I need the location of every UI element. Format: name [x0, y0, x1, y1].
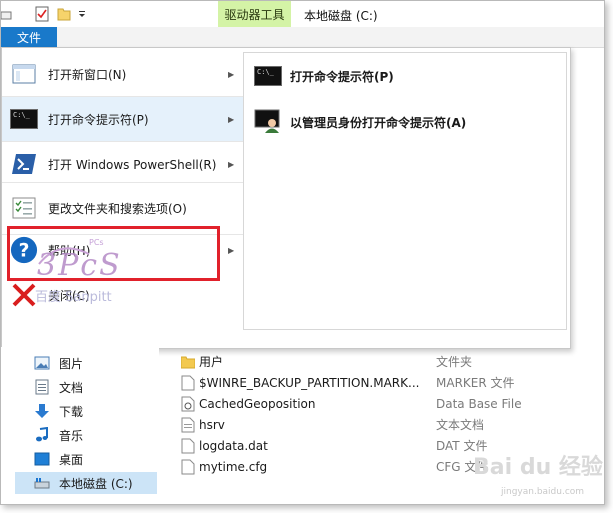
menu-item-open-command-prompt[interactable]: C:\_ 打开命令提示符(P) ▶ — [2, 97, 243, 141]
file-menu-commands: 打开新窗口(N) ▶ C:\_ 打开命令提示符(P) ▶ 打开 Windows … — [2, 48, 243, 348]
admin-command-prompt-icon — [254, 109, 282, 136]
file-tab[interactable]: 文件 — [1, 27, 57, 47]
menu-item-label: 打开 Windows PowerShell(R) — [48, 157, 217, 172]
properties-icon[interactable] — [1, 6, 13, 22]
window-title: 本地磁盘 (C:) — [304, 9, 378, 23]
close-icon — [10, 283, 38, 307]
nav-item-label: 下载 — [59, 404, 84, 419]
database-file-icon — [181, 396, 195, 411]
nav-item-label: 音乐 — [59, 428, 84, 443]
nav-item-pictures[interactable]: 图片 — [21, 352, 157, 374]
file-icon — [181, 438, 195, 453]
drive-tools-tab[interactable]: 驱动器工具 — [218, 1, 291, 27]
new-window-icon — [10, 62, 38, 86]
nav-item-label: 文档 — [59, 380, 84, 395]
file-name: hsrv — [199, 417, 225, 432]
quick-access-dropdown-icon[interactable] — [77, 6, 87, 22]
file-name: $WINRE_BACKUP_PARTITION.MARK... — [199, 375, 420, 390]
music-icon — [33, 427, 51, 443]
nav-item-label: 图片 — [59, 356, 84, 371]
file-row[interactable]: $WINRE_BACKUP_PARTITION.MARK... MARKER 文… — [171, 372, 601, 393]
file-name: logdata.dat — [199, 438, 268, 453]
drive-icon — [33, 475, 51, 491]
desktop-icon — [33, 451, 51, 467]
file-row[interactable]: logdata.dat DAT 文件 — [171, 435, 601, 456]
nav-item-local-disk-c[interactable]: 本地磁盘 (C:) — [15, 472, 157, 494]
file-name: mytime.cfg — [199, 459, 268, 474]
submenu-arrow-icon: ▶ — [228, 69, 235, 79]
ribbon-bar: 文件 — [1, 27, 604, 48]
file-type: 文件夹 — [436, 355, 473, 369]
checklist-icon[interactable] — [35, 6, 49, 22]
file-type: CFG 文件 — [436, 460, 489, 474]
file-type: 文本文档 — [436, 418, 485, 432]
highlight-box — [7, 226, 220, 281]
file-list: 用户 文件夹 $WINRE_BACKUP_PARTITION.MARK... M… — [171, 347, 604, 504]
navigation-pane: 图片 文档 下载 音乐 桌面 本地磁盘 (C:) — [1, 347, 159, 504]
documents-icon — [33, 379, 51, 395]
file-row[interactable]: 用户 文件夹 — [171, 351, 601, 372]
pictures-icon — [33, 355, 51, 371]
file-row[interactable]: mytime.cfg CFG 文件 — [171, 456, 601, 477]
file-row[interactable]: CachedGeoposition Data Base File — [171, 393, 601, 414]
submenu-item-label: 以管理员身份打开命令提示符(A) — [290, 115, 467, 130]
file-menu: 打开新窗口(N) ▶ C:\_ 打开命令提示符(P) ▶ 打开 Windows … — [1, 47, 571, 349]
folder-icon — [181, 356, 195, 368]
menu-item-label: 关闭(C) — [48, 288, 90, 303]
divider — [2, 182, 243, 183]
nav-item-documents[interactable]: 文档 — [21, 376, 157, 398]
file-icon — [181, 417, 195, 432]
downloads-icon — [33, 403, 51, 419]
file-name: CachedGeoposition — [199, 396, 316, 411]
file-row[interactable]: hsrv 文本文档 — [171, 414, 601, 435]
file-icon — [181, 459, 195, 474]
menu-item-label: 更改文件夹和搜索选项(O) — [48, 201, 187, 216]
explorer-window: 驱动器工具 本地磁盘 (C:) 文件 打开新窗口(N) ▶ C:\_ 打开命令提… — [0, 0, 605, 505]
powershell-icon — [10, 152, 38, 176]
nav-item-music[interactable]: 音乐 — [21, 424, 157, 446]
folder-options-icon — [10, 196, 38, 220]
menu-item-open-powershell[interactable]: 打开 Windows PowerShell(R) ▶ — [2, 142, 243, 186]
file-type: Data Base File — [436, 396, 522, 411]
nav-item-desktop[interactable]: 桌面 — [21, 448, 157, 470]
nav-item-label: 本地磁盘 (C:) — [59, 476, 133, 491]
new-folder-icon[interactable] — [57, 6, 71, 22]
menu-item-label: 打开命令提示符(P) — [48, 112, 149, 127]
menu-item-label: 打开新窗口(N) — [48, 67, 127, 82]
menu-item-folder-options[interactable]: 更改文件夹和搜索选项(O) — [2, 186, 243, 230]
command-prompt-submenu: C:\_ 打开命令提示符(P) 以管理员身份打开命令提示符(A) — [243, 52, 567, 330]
file-name: 用户 — [199, 355, 224, 369]
submenu-arrow-icon: ▶ — [228, 114, 235, 124]
title-bar: 驱动器工具 本地磁盘 (C:) — [1, 1, 604, 27]
command-prompt-icon: C:\_ — [254, 66, 282, 86]
command-prompt-icon: C:\_ — [10, 107, 38, 131]
file-type: MARKER 文件 — [436, 376, 515, 390]
menu-item-open-new-window[interactable]: 打开新窗口(N) ▶ — [2, 52, 243, 96]
submenu-item-label: 打开命令提示符(P) — [290, 69, 394, 84]
submenu-arrow-icon: ▶ — [228, 245, 235, 255]
submenu-arrow-icon: ▶ — [228, 159, 235, 169]
nav-item-label: 桌面 — [59, 452, 84, 467]
nav-item-downloads[interactable]: 下载 — [21, 400, 157, 422]
file-type: DAT 文件 — [436, 439, 488, 453]
file-icon — [181, 375, 195, 390]
